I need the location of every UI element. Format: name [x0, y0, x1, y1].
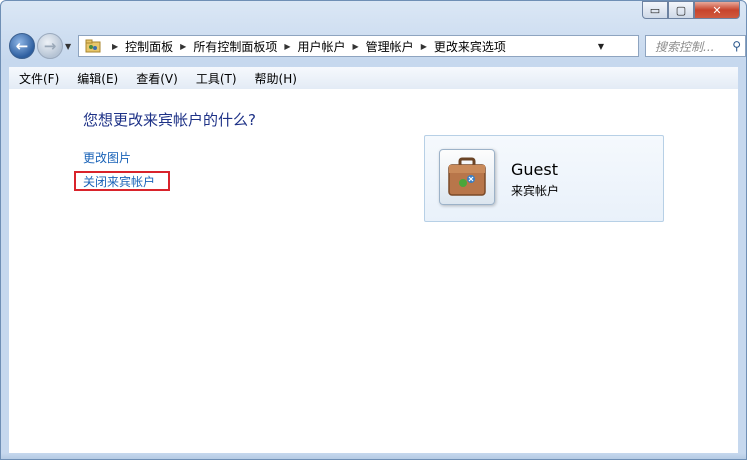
maximize-button[interactable]: ▢ [668, 1, 694, 19]
breadcrumb-separator-icon: ▶ [284, 41, 291, 51]
address-bar[interactable]: ▶ 控制面板 ▶ 所有控制面板项 ▶ 用户帐户 ▶ 管理帐户 ▶ 更改来宾选项 … [78, 35, 700, 57]
breadcrumb-change-guest-options[interactable]: 更改来宾选项 [434, 38, 506, 55]
navigation-bar: ← → ▼ ▶ 控制面板 ▶ 所有控制面板项 ▶ 用户帐户 ▶ 管理帐户 ▶ 更… [9, 32, 746, 60]
content-pane: 您想更改来宾帐户的什么? 更改图片 关闭来宾帐户 Guest 来宾帐户 [9, 89, 738, 453]
window-bottom-border [1, 453, 746, 459]
breadcrumb-control-panel[interactable]: 控制面板 [125, 38, 173, 55]
account-type: 来宾帐户 [511, 184, 560, 198]
maximize-icon: ▢ [675, 3, 687, 17]
change-picture-link[interactable]: 更改图片 [83, 149, 131, 166]
menu-file[interactable]: 文件(F) [11, 70, 67, 87]
caption-buttons: ▭ ▢ ✕ [642, 1, 740, 19]
forward-button[interactable]: → [37, 33, 63, 59]
forward-arrow-icon: → [43, 37, 57, 55]
menu-edit[interactable]: 编辑(E) [69, 70, 126, 87]
breadcrumb-manage-accounts[interactable]: 管理帐户 [366, 38, 414, 55]
close-button[interactable]: ✕ [694, 1, 740, 19]
control-panel-folder-icon [85, 39, 101, 53]
turn-off-guest-account-link[interactable]: 关闭来宾帐户 [83, 173, 155, 190]
breadcrumb: ▶ 控制面板 ▶ 所有控制面板项 ▶ 用户帐户 ▶ 管理帐户 ▶ 更改来宾选项 [105, 38, 506, 55]
search-box[interactable]: 搜索控制... ⚲ [645, 35, 746, 57]
breadcrumb-separator-icon: ▶ [112, 41, 119, 51]
account-name: Guest [511, 160, 558, 179]
breadcrumb-separator-icon: ▶ [352, 41, 359, 51]
search-input[interactable]: 搜索控制... [655, 38, 714, 55]
page-title: 您想更改来宾帐户的什么? [83, 111, 256, 129]
minimize-icon: ▭ [649, 3, 661, 17]
breadcrumb-all-items[interactable]: 所有控制面板项 [193, 38, 277, 55]
menu-tools[interactable]: 工具(T) [188, 70, 245, 87]
guest-suitcase-icon [448, 157, 486, 196]
menu-bar: 文件(F) 编辑(E) 查看(V) 工具(T) 帮助(H) [9, 67, 738, 90]
chevron-down-icon: ▼ [65, 41, 72, 51]
explorer-window: ▭ ▢ ✕ ← → ▼ ▶ 控制面板 ▶ 所有控制面板项 ▶ 用户帐户 ▶ 管理… [0, 0, 747, 460]
close-icon: ✕ [712, 3, 722, 17]
account-card: Guest 来宾帐户 [424, 135, 664, 222]
breadcrumb-separator-icon: ▶ [420, 41, 427, 51]
back-arrow-icon: ← [15, 37, 29, 55]
avatar [439, 149, 495, 205]
menu-help[interactable]: 帮助(H) [247, 70, 305, 87]
minimize-button[interactable]: ▭ [642, 1, 668, 19]
menu-view[interactable]: 查看(V) [128, 70, 186, 87]
address-dropdown-icon[interactable]: ▼ [594, 42, 608, 51]
recent-pages-dropdown[interactable]: ▼ [65, 42, 75, 51]
back-button[interactable]: ← [9, 33, 35, 59]
search-icon[interactable]: ⚲ [732, 39, 741, 53]
breadcrumb-user-accounts[interactable]: 用户帐户 [298, 38, 346, 55]
breadcrumb-separator-icon: ▶ [180, 41, 187, 51]
